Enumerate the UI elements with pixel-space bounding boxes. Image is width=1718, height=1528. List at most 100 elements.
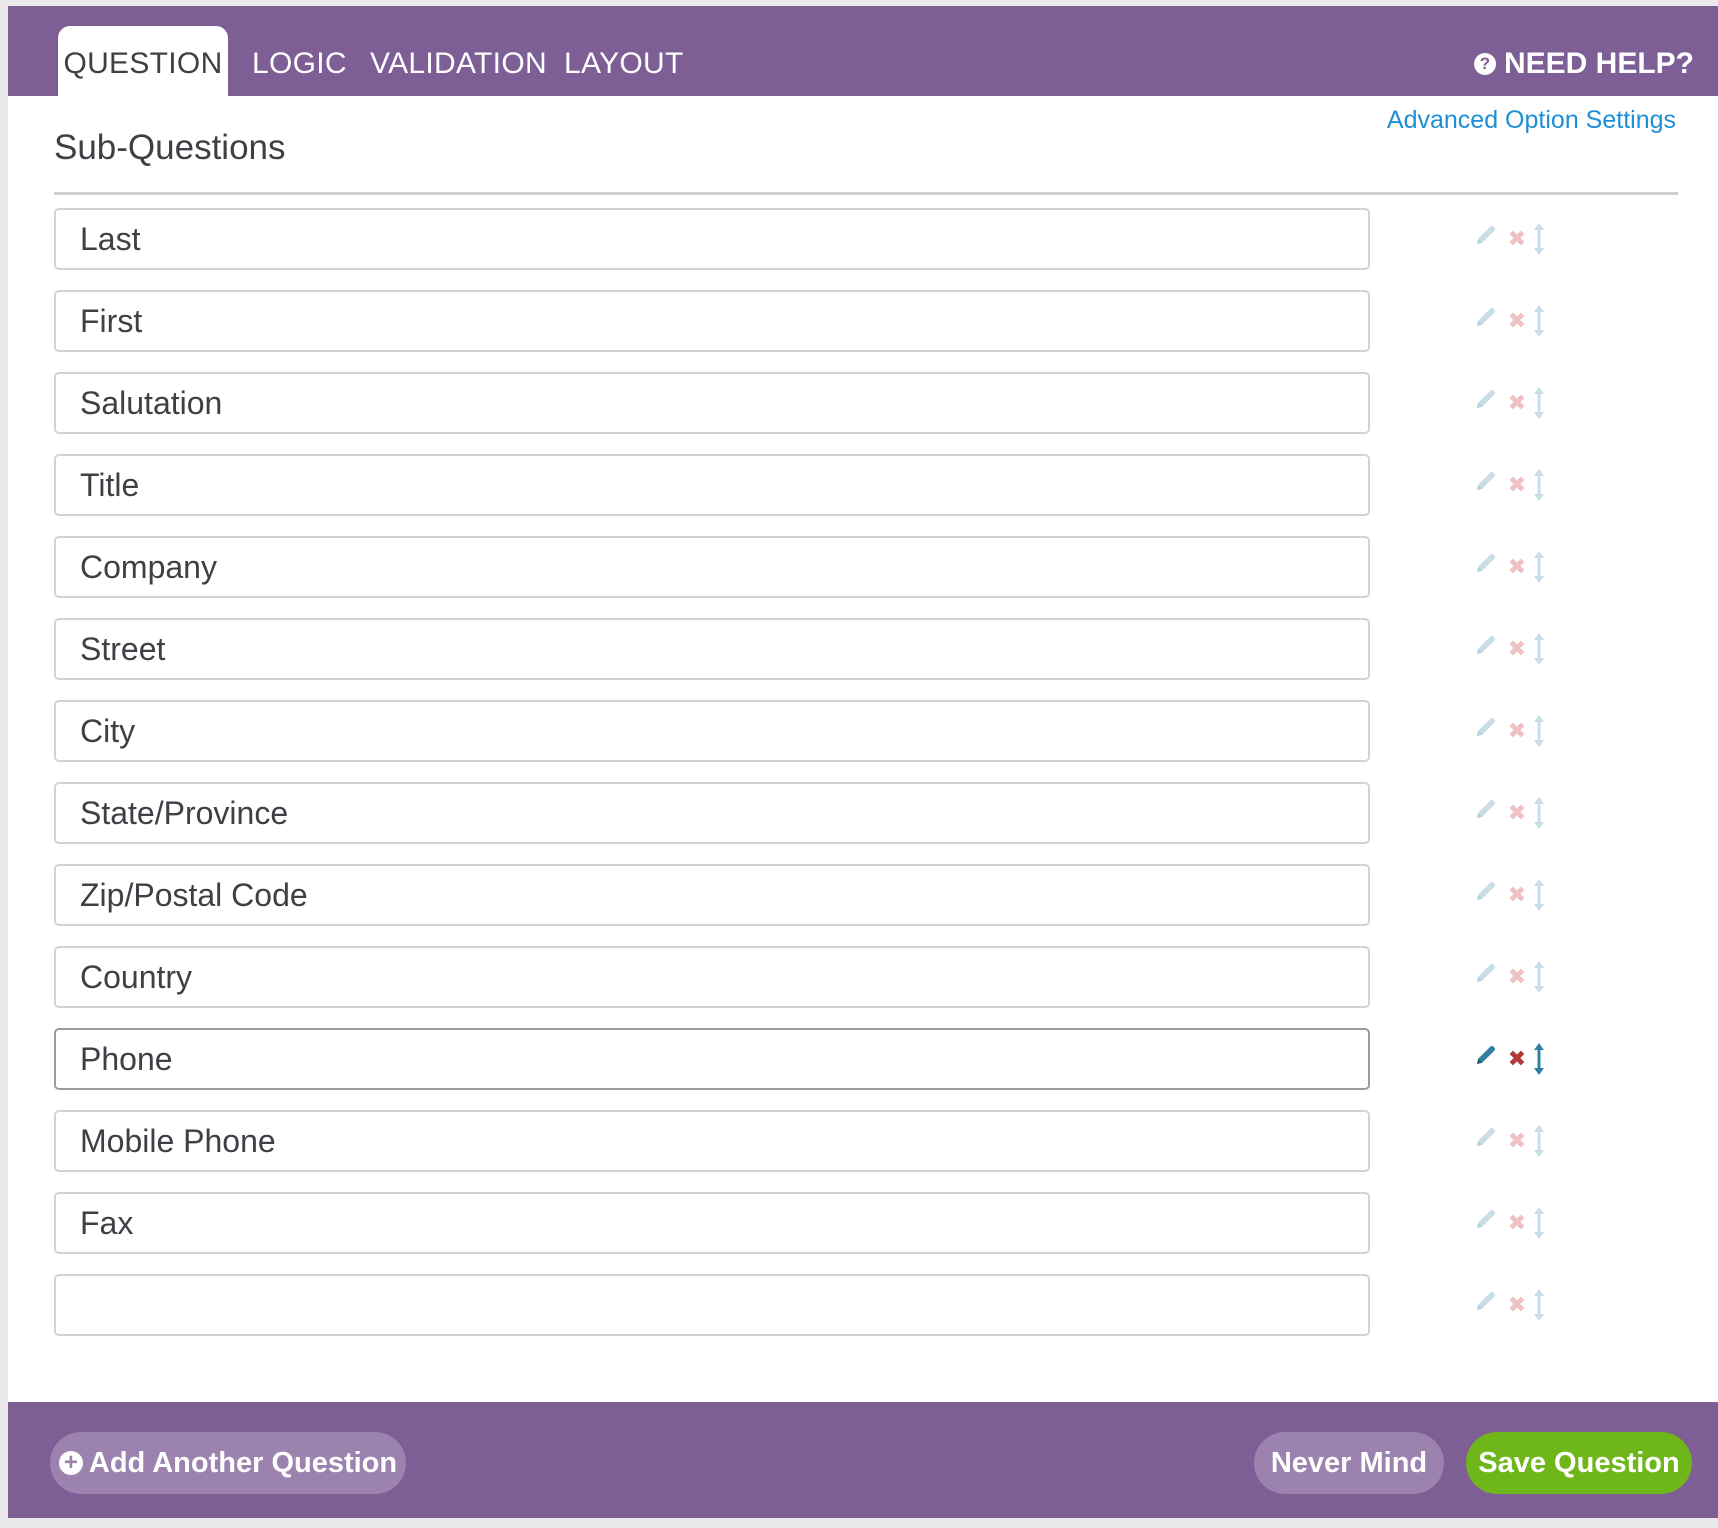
sub-question-input[interactable] (54, 946, 1370, 1008)
delete-x-icon[interactable]: ✖ (1506, 960, 1528, 994)
plus-circle-icon: + (58, 1451, 83, 1475)
move-updown-icon[interactable] (1532, 1206, 1548, 1240)
sub-question-list: ✖ ✖ ✖ ✖ ✖ ✖ ✖ ✖ ✖ ✖ ✖ ✖ ✖ ✖ (8, 206, 1718, 1402)
sub-question-input[interactable] (54, 782, 1370, 844)
row-actions: ✖ (1474, 304, 1564, 338)
row-actions: ✖ (1474, 550, 1564, 584)
need-help-button[interactable]: ? NEED HELP? (1473, 26, 1694, 102)
add-another-question-button[interactable]: + Add Another Question (50, 1432, 406, 1494)
move-updown-icon[interactable] (1532, 468, 1548, 502)
sub-question-input[interactable] (54, 290, 1370, 352)
row-actions: ✖ (1474, 1124, 1564, 1158)
pencil-icon[interactable] (1474, 714, 1500, 748)
sub-question-row: ✖ (54, 372, 1564, 438)
sub-question-input[interactable] (54, 536, 1370, 598)
delete-x-icon[interactable]: ✖ (1506, 1042, 1528, 1076)
sub-question-input[interactable] (54, 372, 1370, 434)
question-circle-icon: ? (1473, 53, 1496, 75)
sub-question-input[interactable] (54, 454, 1370, 516)
pencil-icon[interactable] (1474, 796, 1500, 830)
row-actions: ✖ (1474, 1042, 1564, 1076)
row-actions: ✖ (1474, 1288, 1564, 1322)
pencil-icon[interactable] (1474, 386, 1500, 420)
sub-question-input[interactable] (54, 618, 1370, 680)
add-another-question-label: Add Another Question (88, 1447, 398, 1479)
sub-question-row: ✖ (54, 536, 1564, 602)
move-updown-icon[interactable] (1532, 550, 1548, 584)
delete-x-icon[interactable]: ✖ (1506, 550, 1528, 584)
delete-x-icon[interactable]: ✖ (1506, 304, 1528, 338)
move-updown-icon[interactable] (1532, 1042, 1548, 1076)
section-title: Sub-Questions (54, 128, 286, 167)
save-question-button[interactable]: Save Question (1466, 1432, 1692, 1494)
sub-question-row: ✖ (54, 700, 1564, 766)
delete-x-icon[interactable]: ✖ (1506, 222, 1528, 256)
row-actions: ✖ (1474, 960, 1564, 994)
delete-x-icon[interactable]: ✖ (1506, 1124, 1528, 1158)
sub-question-input[interactable] (54, 1192, 1370, 1254)
delete-x-icon[interactable]: ✖ (1506, 386, 1528, 420)
row-actions: ✖ (1474, 468, 1564, 502)
move-updown-icon[interactable] (1532, 222, 1548, 256)
tab-layout[interactable]: LAYOUT (564, 26, 684, 102)
delete-x-icon[interactable]: ✖ (1506, 878, 1528, 912)
move-updown-icon[interactable] (1532, 1288, 1548, 1322)
pencil-icon[interactable] (1474, 878, 1500, 912)
advanced-option-settings-link[interactable]: Advanced Option Settings (1387, 106, 1676, 135)
move-updown-icon[interactable] (1532, 304, 1548, 338)
sub-question-row: ✖ (54, 618, 1564, 684)
footer-bar: + Add Another Question Never Mind Save Qu… (8, 1402, 1718, 1518)
move-updown-icon[interactable] (1532, 796, 1548, 830)
pencil-icon[interactable] (1474, 222, 1500, 256)
sub-question-row: ✖ (54, 946, 1564, 1012)
sub-question-row: ✖ (54, 1028, 1564, 1094)
sub-question-row: ✖ (54, 454, 1564, 520)
delete-x-icon[interactable]: ✖ (1506, 714, 1528, 748)
sub-question-row: ✖ (54, 782, 1564, 848)
pencil-icon[interactable] (1474, 1288, 1500, 1322)
delete-x-icon[interactable]: ✖ (1506, 1288, 1528, 1322)
sub-question-row: ✖ (54, 864, 1564, 930)
tab-logic[interactable]: LOGIC (252, 26, 347, 102)
pencil-icon[interactable] (1474, 304, 1500, 338)
delete-x-icon[interactable]: ✖ (1506, 468, 1528, 502)
delete-x-icon[interactable]: ✖ (1506, 796, 1528, 830)
pencil-icon[interactable] (1474, 468, 1500, 502)
move-updown-icon[interactable] (1532, 386, 1548, 420)
sub-question-input[interactable] (54, 1028, 1370, 1090)
row-actions: ✖ (1474, 878, 1564, 912)
pencil-icon[interactable] (1474, 960, 1500, 994)
row-actions: ✖ (1474, 386, 1564, 420)
tab-bar: QUESTION LOGIC VALIDATION LAYOUT ? NEED H… (8, 6, 1718, 102)
pencil-icon[interactable] (1474, 632, 1500, 666)
delete-x-icon[interactable]: ✖ (1506, 1206, 1528, 1240)
never-mind-button[interactable]: Never Mind (1254, 1432, 1444, 1494)
pencil-icon[interactable] (1474, 1206, 1500, 1240)
sub-question-input[interactable] (54, 208, 1370, 270)
sub-question-input[interactable] (54, 1274, 1370, 1336)
need-help-label: NEED HELP? (1503, 47, 1694, 80)
move-updown-icon[interactable] (1532, 714, 1548, 748)
tab-question[interactable]: QUESTION (58, 26, 228, 102)
sub-question-row: ✖ (54, 1274, 1564, 1340)
move-updown-icon[interactable] (1532, 878, 1548, 912)
row-actions: ✖ (1474, 796, 1564, 830)
row-actions: ✖ (1474, 714, 1564, 748)
move-updown-icon[interactable] (1532, 632, 1548, 666)
delete-x-icon[interactable]: ✖ (1506, 632, 1528, 666)
row-actions: ✖ (1474, 632, 1564, 666)
sub-question-row: ✖ (54, 1110, 1564, 1176)
move-updown-icon[interactable] (1532, 1124, 1548, 1158)
sub-question-input[interactable] (54, 864, 1370, 926)
pencil-icon[interactable] (1474, 550, 1500, 584)
tab-validation[interactable]: VALIDATION (370, 26, 547, 102)
pencil-icon[interactable] (1474, 1042, 1500, 1076)
question-editor-dialog: QUESTION LOGIC VALIDATION LAYOUT ? NEED H… (8, 6, 1718, 1518)
divider (54, 192, 1678, 195)
pencil-icon[interactable] (1474, 1124, 1500, 1158)
sub-question-input[interactable] (54, 1110, 1370, 1172)
sub-question-row: ✖ (54, 208, 1564, 274)
row-actions: ✖ (1474, 222, 1564, 256)
move-updown-icon[interactable] (1532, 960, 1548, 994)
sub-question-input[interactable] (54, 700, 1370, 762)
